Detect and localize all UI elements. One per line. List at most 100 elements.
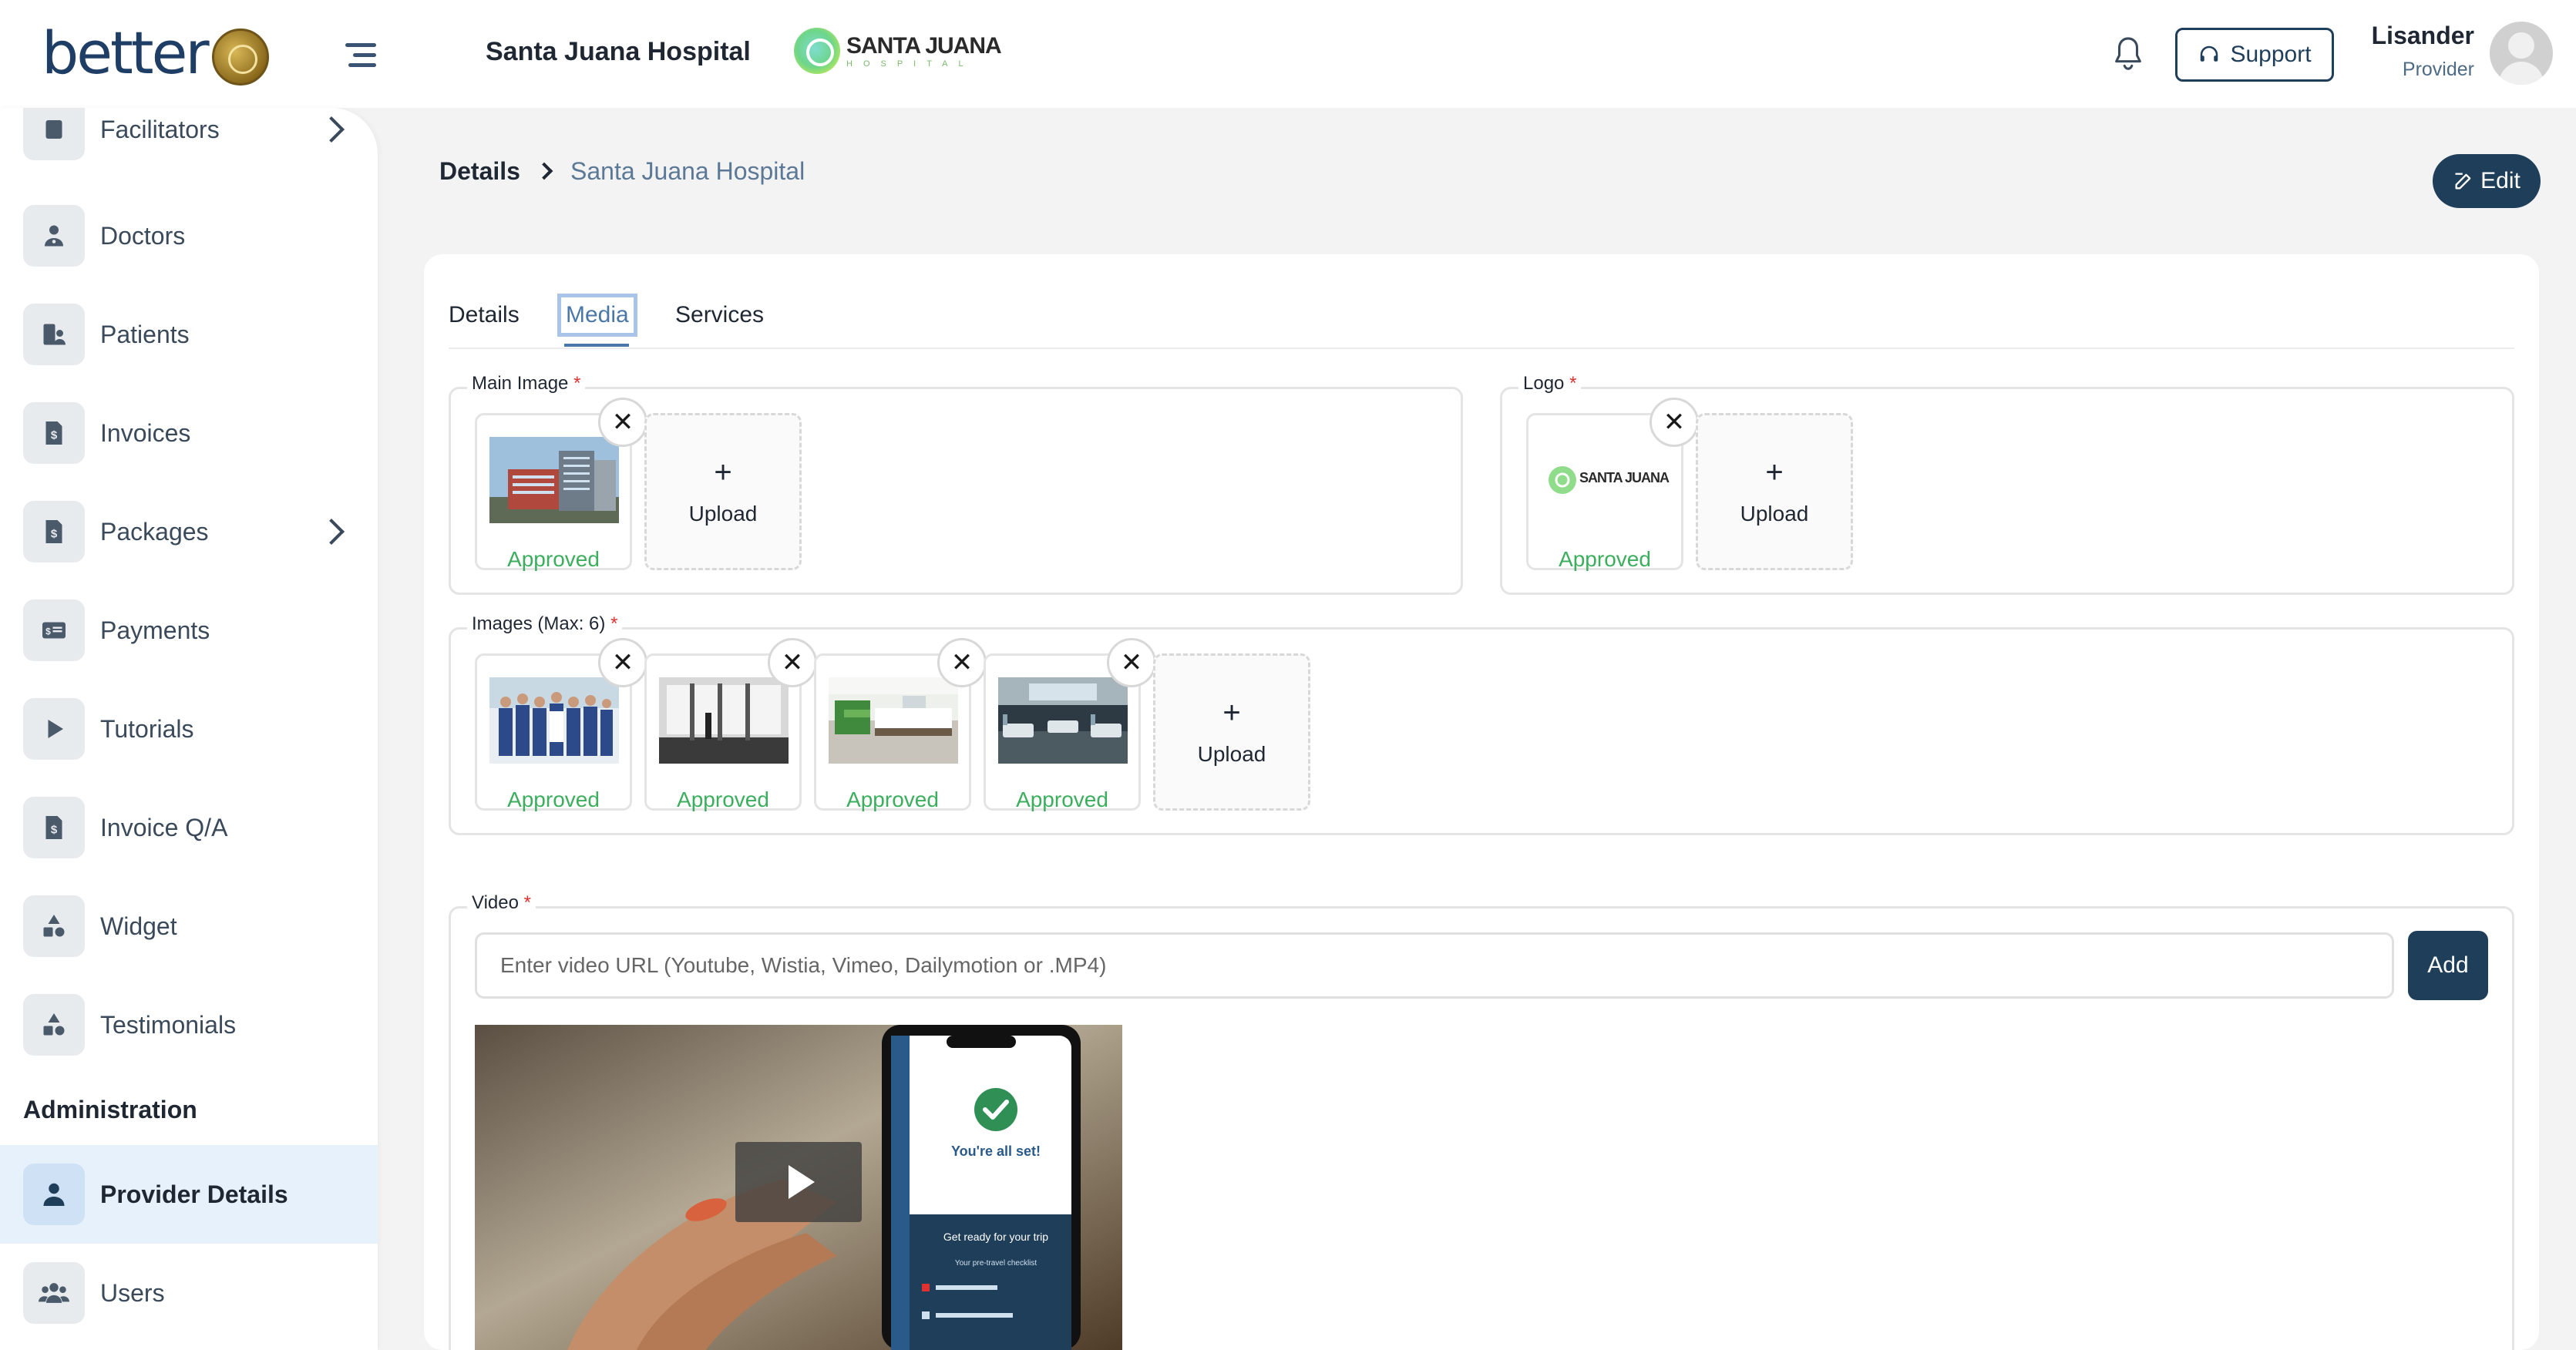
upload-label: Upload xyxy=(688,502,758,526)
video-phone-checklist: Your pre-travel checklist xyxy=(955,1259,1037,1268)
status-badge: Approved xyxy=(507,788,600,811)
remove-image-button[interactable]: ✕ xyxy=(768,638,817,687)
edit-button[interactable]: Edit xyxy=(2433,154,2541,208)
edit-icon xyxy=(2455,173,2471,190)
brand-logo[interactable]: better xyxy=(42,18,269,87)
chevron-right-icon xyxy=(318,116,345,143)
shapes-icon xyxy=(23,994,85,1056)
menu-toggle-icon[interactable] xyxy=(345,43,376,69)
support-label: Support xyxy=(2230,42,2312,67)
sidebar-item-label: Invoice Q/A xyxy=(100,813,228,841)
remove-logo-button[interactable]: ✕ xyxy=(1650,398,1699,447)
avatar[interactable] xyxy=(2490,22,2553,85)
sidebar: Facilitators Doctors Patients $ Invoices… xyxy=(0,108,378,1350)
close-icon: ✕ xyxy=(1120,648,1143,677)
close-icon: ✕ xyxy=(611,408,634,437)
status-badge: Approved xyxy=(846,788,939,811)
sidebar-item-label: Users xyxy=(100,1278,165,1307)
tabs-divider xyxy=(449,348,2514,349)
play-video-button[interactable] xyxy=(735,1142,862,1222)
sidebar-section-title: Administration xyxy=(23,1096,197,1123)
sidebar-item-widget[interactable]: Widget xyxy=(0,877,378,976)
user-role: Provider xyxy=(2402,59,2474,80)
package-icon: $ xyxy=(23,501,85,562)
close-icon: ✕ xyxy=(611,648,634,677)
tab-services[interactable]: Services xyxy=(675,302,764,328)
sidebar-item-facilitators[interactable]: Facilitators xyxy=(0,108,378,179)
sidebar-item-patients[interactable]: Patients xyxy=(0,285,378,384)
hospital-logo-text: SANTA JUANA xyxy=(846,33,1002,59)
chevron-right-icon xyxy=(535,162,553,180)
top-header: better Santa Juana Hospital SANTA JUANA … xyxy=(0,0,2576,108)
sidebar-item-label: Testimonials xyxy=(100,1010,237,1039)
logo-upload-button[interactable]: + Upload xyxy=(1696,413,1853,570)
invoice-qa-icon: $ xyxy=(23,797,85,858)
remove-image-button[interactable]: ✕ xyxy=(1107,638,1156,687)
close-icon: ✕ xyxy=(1663,408,1686,437)
images-upload-button[interactable]: + Upload xyxy=(1153,653,1310,811)
user-name: Lisander xyxy=(2371,22,2474,49)
tab-details[interactable]: Details xyxy=(449,302,520,328)
sidebar-item-tutorials[interactable]: Tutorials xyxy=(0,680,378,778)
close-icon: ✕ xyxy=(950,648,974,677)
sidebar-item-label: Invoices xyxy=(100,418,191,447)
status-badge: Approved xyxy=(1016,788,1108,811)
sidebar-item-label: Payments xyxy=(100,616,210,644)
sidebar-item-label: Patients xyxy=(100,320,190,348)
add-video-button[interactable]: Add xyxy=(2408,931,2488,1000)
upload-label: Upload xyxy=(1740,502,1809,526)
hospital-logo: SANTA JUANA HOSPITAL xyxy=(794,28,1002,74)
breadcrumb-root[interactable]: Details xyxy=(439,157,520,186)
video-url-input[interactable] xyxy=(475,932,2394,999)
sidebar-item-payments[interactable]: $ Payments xyxy=(0,581,378,680)
notification-bell-icon[interactable] xyxy=(2110,35,2146,74)
sidebar-item-provider-details[interactable]: Provider Details xyxy=(0,1145,378,1244)
sidebar-item-packages[interactable]: $ Packages xyxy=(0,482,378,581)
play-icon xyxy=(23,698,85,760)
staff-group-image xyxy=(489,677,619,764)
svg-text:$: $ xyxy=(51,824,58,837)
doctor-icon xyxy=(23,205,85,267)
sidebar-item-label: Tutorials xyxy=(100,714,194,743)
active-tab-indicator xyxy=(564,344,629,347)
main-image-label: Main Image * xyxy=(467,373,586,395)
logo-image-text: SANTA JUANA xyxy=(1579,470,1670,485)
plus-icon: + xyxy=(714,455,732,489)
sidebar-item-label: Doctors xyxy=(100,221,186,250)
status-badge: Approved xyxy=(1559,547,1651,571)
video-phone-title: You're all set! xyxy=(951,1143,1041,1159)
remove-main-image-button[interactable]: ✕ xyxy=(598,398,647,447)
plus-icon: + xyxy=(1222,696,1241,730)
sidebar-item-invoices[interactable]: $ Invoices xyxy=(0,384,378,482)
facilitators-icon xyxy=(23,108,85,160)
remove-image-button[interactable]: ✕ xyxy=(937,638,987,687)
support-button[interactable]: Support xyxy=(2175,28,2334,82)
sidebar-item-label: Widget xyxy=(100,912,177,940)
headset-icon xyxy=(2201,45,2218,62)
sidebar-item-users[interactable]: Users xyxy=(0,1244,378,1342)
tab-media[interactable]: Media xyxy=(557,294,637,337)
shapes-icon xyxy=(23,895,85,957)
main-image-upload-button[interactable]: + Upload xyxy=(644,413,802,570)
logo-image: SANTA JUANA xyxy=(1541,437,1670,523)
logo-label: Logo * xyxy=(1518,373,1582,395)
chevron-right-icon xyxy=(318,519,345,545)
status-badge: Approved xyxy=(677,788,769,811)
images-label: Images (Max: 6) * xyxy=(467,613,623,635)
sidebar-item-testimonials[interactable]: Testimonials xyxy=(0,976,378,1074)
svg-text:$: $ xyxy=(51,429,58,442)
sidebar-item-invoice-qa[interactable]: $ Invoice Q/A xyxy=(0,778,378,877)
patients-icon xyxy=(23,304,85,365)
sidebar-item-label: Provider Details xyxy=(100,1180,288,1208)
payment-icon: $ xyxy=(23,599,85,661)
breadcrumb-current: Santa Juana Hospital xyxy=(570,157,805,185)
ward-image xyxy=(998,677,1128,764)
edit-label: Edit xyxy=(2480,168,2521,193)
hospital-building-image xyxy=(489,437,619,523)
svg-text:$: $ xyxy=(51,528,58,541)
brand-wordmark: better xyxy=(42,18,210,87)
close-icon: ✕ xyxy=(781,648,804,677)
remove-image-button[interactable]: ✕ xyxy=(598,638,647,687)
upload-label: Upload xyxy=(1197,742,1266,766)
sidebar-item-doctors[interactable]: Doctors xyxy=(0,186,378,285)
